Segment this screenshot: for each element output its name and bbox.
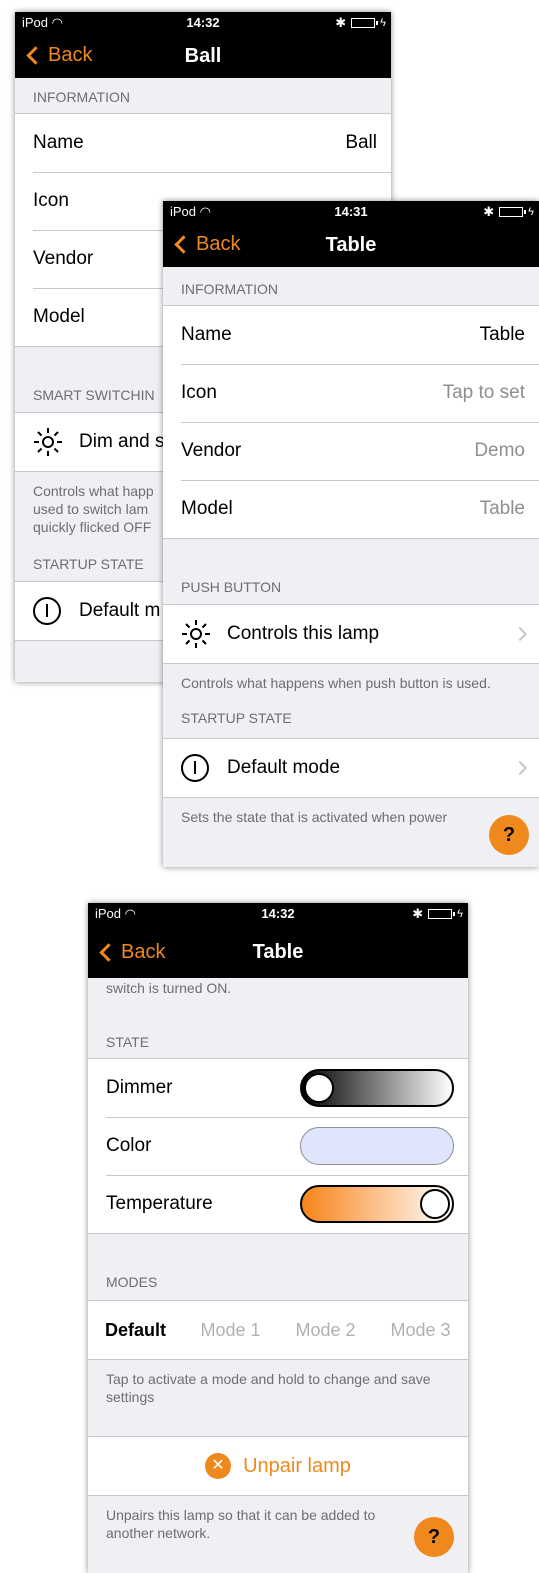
nav-bar: Back Ball xyxy=(15,32,391,78)
row-startup-state[interactable]: Default mode xyxy=(163,739,539,797)
sun-icon xyxy=(33,427,63,457)
charging-icon: ϟ xyxy=(457,908,463,920)
row-vendor[interactable]: Vendor Demo xyxy=(163,422,539,480)
battery-icon xyxy=(428,909,456,919)
color-picker[interactable] xyxy=(300,1127,454,1165)
mode-1[interactable]: Mode 1 xyxy=(183,1320,278,1341)
help-button[interactable]: ? xyxy=(489,815,529,855)
row-dimmer: Dimmer xyxy=(88,1059,468,1117)
row-push-button[interactable]: Controls this lamp xyxy=(163,605,539,663)
nav-bar: Back Table xyxy=(163,221,539,267)
dimmer-slider-knob[interactable] xyxy=(304,1073,334,1103)
row-name[interactable]: Name Ball xyxy=(15,114,391,172)
unpair-footnote: Unpairs this lamp so that it can be adde… xyxy=(106,1507,376,1541)
chevron-right-icon xyxy=(512,760,528,776)
page-title: Table xyxy=(252,941,304,963)
page-title: Ball xyxy=(184,45,222,67)
bluetooth-icon: ✱ xyxy=(483,204,495,219)
section-header-modes: MODES xyxy=(106,1274,158,1290)
dimmer-slider[interactable] xyxy=(300,1069,454,1107)
bluetooth-icon: ✱ xyxy=(412,906,424,921)
push-button-footnote: Controls what happens when push button i… xyxy=(181,675,491,691)
charging-icon: ϟ xyxy=(380,17,386,29)
section-header-startup: STARTUP STATE xyxy=(181,710,292,726)
section-header-push-button: PUSH BUTTON xyxy=(181,579,282,595)
sun-icon xyxy=(181,619,211,649)
battery-icon xyxy=(499,207,527,217)
row-name[interactable]: Name Table xyxy=(163,306,539,364)
startup-footnote: Sets the state that is activated when po… xyxy=(181,809,448,825)
charging-icon: ϟ xyxy=(528,206,534,218)
section-header-information: INFORMATION xyxy=(181,281,278,297)
chevron-right-icon xyxy=(512,626,528,642)
clock: 14:32 xyxy=(261,906,295,921)
temperature-slider-knob[interactable] xyxy=(420,1189,450,1219)
screen-table-info: iPod ◠ 14:31 ✱ ϟ Back Table INFORMATION N… xyxy=(163,201,539,867)
help-button[interactable]: ? xyxy=(414,1517,454,1557)
modes-footnote: Tap to activate a mode and hold to chang… xyxy=(106,1371,431,1405)
section-header-information: INFORMATION xyxy=(33,89,130,105)
row-temperature: Temperature xyxy=(88,1175,468,1233)
unpair-lamp-button[interactable]: ✕ Unpair lamp xyxy=(88,1437,468,1495)
bluetooth-icon: ✱ xyxy=(335,15,347,30)
status-bar: iPod ◠ 14:32 ✱ ϟ xyxy=(88,903,468,923)
screen-table-state: iPod ◠ 14:32 ✱ ϟ Back Table switch is tur… xyxy=(88,903,468,1573)
close-circle-icon: ✕ xyxy=(205,1453,232,1479)
power-icon xyxy=(181,754,209,782)
mode-default[interactable]: Default xyxy=(88,1320,183,1341)
modes-segmented-control: Default Mode 1 Mode 2 Mode 3 xyxy=(88,1301,468,1359)
power-icon xyxy=(33,597,61,625)
mode-3[interactable]: Mode 3 xyxy=(373,1320,468,1341)
section-header-state: STATE xyxy=(106,1034,150,1050)
startup-footnote-continued: switch is turned ON. xyxy=(106,980,232,996)
battery-icon xyxy=(351,18,379,28)
row-model[interactable]: Model Table xyxy=(163,480,539,538)
status-bar: iPod ◠ 14:31 ✱ ϟ xyxy=(163,201,539,221)
row-icon[interactable]: Icon Tap to set xyxy=(163,364,539,422)
mode-2[interactable]: Mode 2 xyxy=(278,1320,373,1341)
nav-bar: Back Table xyxy=(88,923,468,978)
temperature-slider[interactable] xyxy=(300,1185,454,1223)
page-title: Table xyxy=(325,234,377,256)
row-color: Color xyxy=(88,1117,468,1175)
status-bar: iPod ◠ 14:32 ✱ ϟ xyxy=(15,12,391,32)
